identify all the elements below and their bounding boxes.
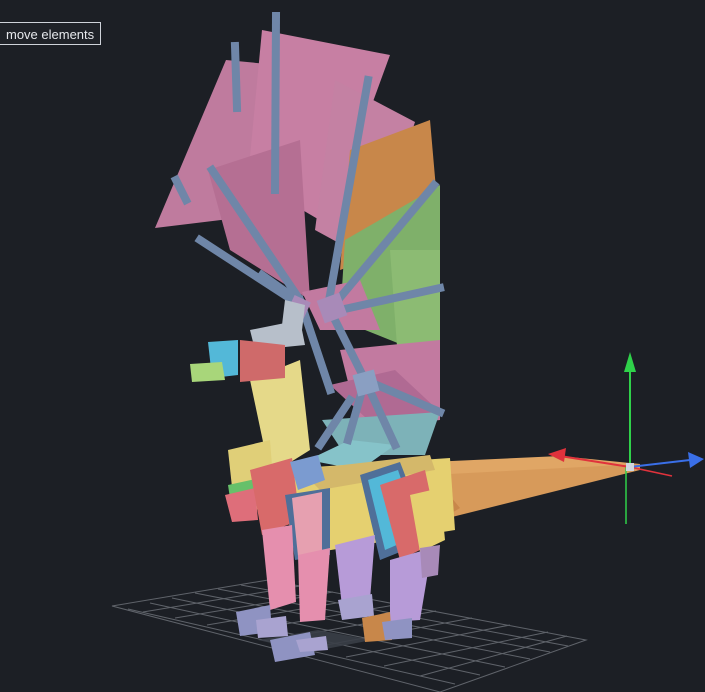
scene-canvas[interactable] bbox=[0, 0, 705, 692]
z-axis-handle[interactable] bbox=[629, 459, 691, 468]
3d-viewport[interactable]: move elements bbox=[0, 0, 705, 692]
gizmo-center[interactable] bbox=[626, 463, 634, 471]
translate-gizmo-icon[interactable] bbox=[548, 352, 704, 524]
move-elements-button[interactable]: move elements bbox=[0, 22, 102, 45]
y-axis-arrow-icon[interactable] bbox=[624, 352, 636, 372]
z-axis-arrow-icon[interactable] bbox=[688, 452, 704, 468]
